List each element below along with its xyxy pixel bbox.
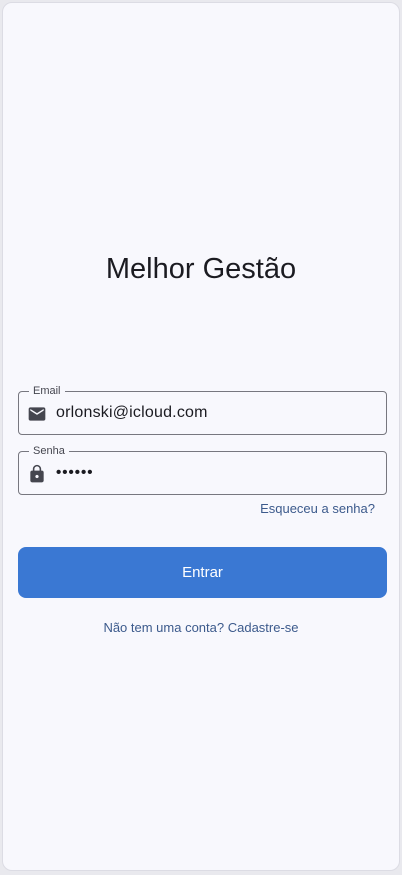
password-field-value: •••••• xyxy=(56,464,94,481)
signup-link[interactable]: Não tem uma conta? Cadastre-se xyxy=(3,620,399,635)
email-field-value: orlonski@icloud.com xyxy=(56,404,208,421)
password-field[interactable]: Senha •••••• xyxy=(18,444,387,495)
login-screen: Melhor Gestão Email orlonski@icloud.com … xyxy=(2,2,400,871)
login-button[interactable]: Entrar xyxy=(18,547,387,598)
email-field[interactable]: Email orlonski@icloud.com xyxy=(18,384,387,435)
lock-icon xyxy=(30,464,44,483)
page-title: Melhor Gestão xyxy=(105,253,297,285)
forgot-password-link[interactable]: Esqueceu a senha? xyxy=(260,501,375,516)
email-icon xyxy=(28,407,46,421)
